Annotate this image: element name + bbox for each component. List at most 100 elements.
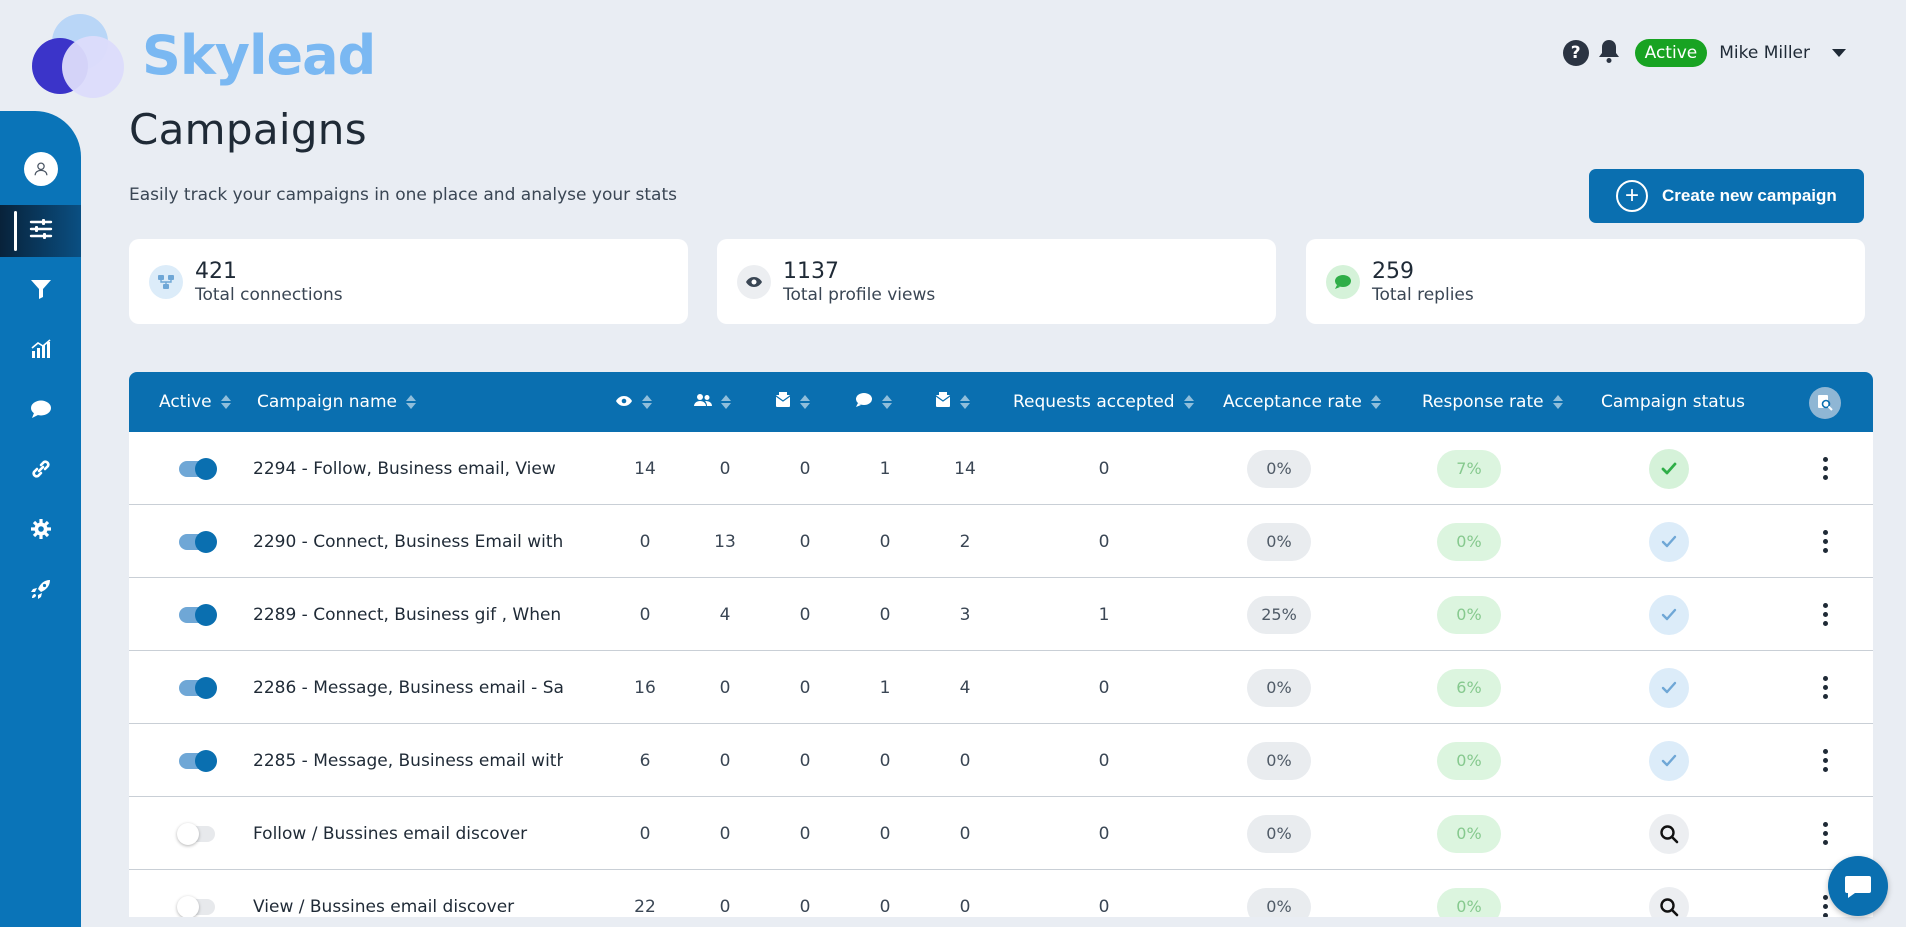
sidebar-item-profile[interactable] — [0, 143, 81, 195]
response-cell: 0% — [1409, 797, 1529, 870]
acceptance-rate-pill: 0% — [1247, 668, 1311, 707]
sidebar-item-statistics[interactable] — [0, 325, 81, 377]
search-filter-icon[interactable] — [1809, 387, 1841, 419]
sort-icon — [1370, 395, 1381, 409]
active-toggle[interactable] — [177, 822, 215, 845]
more-vertical-icon[interactable] — [1822, 457, 1828, 480]
table-row[interactable]: 2289 - Connect, Business gif , When... 0 4… — [129, 578, 1873, 651]
header-active[interactable]: Active — [159, 372, 231, 432]
page-title: Campaigns — [129, 105, 367, 154]
header-views[interactable] — [615, 372, 652, 432]
sort-icon — [721, 395, 731, 409]
acceptance-cell: 0% — [1219, 651, 1339, 724]
sidebar-item-campaigns[interactable] — [0, 205, 81, 257]
metric-c1: 14 — [634, 458, 656, 479]
more-vertical-icon[interactable] — [1822, 749, 1828, 772]
table-row[interactable]: 2285 - Message, Business email with... 6 0… — [129, 724, 1873, 797]
metric-c3: 0 — [799, 604, 811, 625]
sort-icon — [1552, 395, 1563, 409]
table-row[interactable]: 2286 - Message, Business email - Sa... 16… — [129, 651, 1873, 724]
response-rate-pill: 0% — [1437, 887, 1501, 917]
header-requests-accepted[interactable]: Requests accepted — [1013, 372, 1194, 432]
sidebar-item-settings[interactable] — [0, 505, 81, 557]
campaign-name[interactable]: 2286 - Message, Business email - Sa... — [253, 651, 563, 724]
response-cell: 0% — [1409, 870, 1529, 917]
table-row[interactable]: Follow / Bussines email discover 0 0 0 0 0 0 0%… — [129, 797, 1873, 870]
sidebar-item-integrations[interactable] — [0, 445, 81, 497]
live-chat-button[interactable] — [1828, 856, 1888, 916]
header-response-rate[interactable]: Response rate — [1422, 372, 1563, 432]
envelope-icon — [775, 391, 791, 413]
metric-c1: 6 — [639, 750, 651, 771]
bell-icon[interactable] — [1597, 38, 1621, 68]
header-campaign-name[interactable]: Campaign name — [257, 372, 416, 432]
sliders-icon — [29, 218, 53, 244]
campaigns-table: Active Campaign name Requests accepted A… — [129, 372, 1873, 917]
header-acceptance-rate[interactable]: Acceptance rate — [1223, 372, 1381, 432]
active-toggle[interactable] — [177, 895, 215, 917]
more-vertical-icon[interactable] — [1822, 603, 1828, 626]
metric-requests: 0 — [1098, 896, 1110, 917]
brand-logo[interactable]: Skylead — [28, 14, 376, 98]
header-connections[interactable] — [694, 372, 731, 432]
metric-c4: 0 — [879, 823, 891, 844]
campaign-name[interactable]: View / Bussines email discover — [253, 870, 563, 917]
help-icon[interactable]: ? — [1562, 40, 1589, 66]
campaign-name[interactable]: 2289 - Connect, Business gif , When... — [253, 578, 563, 651]
sort-icon — [1183, 395, 1194, 409]
sidebar-item-inbox[interactable] — [0, 385, 81, 437]
user-name[interactable]: Mike Miller — [1719, 43, 1810, 63]
campaign-name[interactable]: 2294 - Follow, Business email, View — [253, 432, 563, 505]
status-completed-icon[interactable] — [1649, 448, 1689, 489]
metric-c4: 1 — [879, 458, 891, 479]
create-campaign-button[interactable]: + Create new campaign — [1589, 169, 1864, 223]
header-emails-found[interactable] — [775, 372, 810, 432]
status-running-icon[interactable] — [1649, 521, 1689, 562]
more-vertical-icon[interactable] — [1822, 676, 1828, 699]
table-row[interactable]: 2294 - Follow, Business email, View 14 0 0 1… — [129, 432, 1873, 505]
more-vertical-icon[interactable] — [1822, 530, 1828, 553]
active-toggle[interactable] — [179, 530, 217, 553]
acceptance-cell: 0% — [1219, 797, 1339, 870]
more-vertical-icon[interactable] — [1822, 895, 1828, 917]
sidebar-item-launch[interactable] — [0, 565, 81, 617]
header-emails-sent[interactable] — [935, 372, 970, 432]
status-running-icon[interactable] — [1649, 667, 1689, 708]
metric-c4: 0 — [879, 750, 891, 771]
stat-value: 421 — [195, 258, 237, 284]
sidebar-item-leads[interactable] — [0, 265, 81, 317]
response-rate-pill: 7% — [1437, 449, 1501, 488]
campaign-name[interactable]: Follow / Bussines email discover — [253, 797, 563, 870]
campaign-name[interactable]: 2290 - Connect, Business Email with... — [253, 505, 563, 578]
acceptance-cell: 25% — [1219, 578, 1339, 651]
metric-c2: 0 — [719, 458, 731, 479]
metric-c1: 22 — [634, 896, 656, 917]
status-running-icon[interactable] — [1649, 594, 1689, 635]
metric-c3: 0 — [799, 896, 811, 917]
link-icon — [29, 457, 53, 485]
response-rate-pill: 0% — [1437, 522, 1501, 561]
active-toggle[interactable] — [179, 676, 217, 699]
stat-card-profile-views: 1137 Total profile views — [717, 239, 1276, 324]
metric-c2: 0 — [719, 823, 731, 844]
status-discover-icon[interactable] — [1649, 813, 1689, 854]
more-vertical-icon[interactable] — [1822, 822, 1828, 845]
chevron-down-icon[interactable] — [1832, 49, 1846, 57]
metric-c5: 0 — [959, 750, 971, 771]
header-replies[interactable] — [855, 372, 892, 432]
metric-requests: 0 — [1098, 458, 1110, 479]
active-toggle[interactable] — [179, 749, 217, 772]
status-discover-icon[interactable] — [1649, 886, 1689, 917]
users-icon — [694, 392, 712, 412]
active-toggle[interactable] — [179, 457, 217, 480]
table-row[interactable]: 2290 - Connect, Business Email with... 0 1… — [129, 505, 1873, 578]
active-toggle[interactable] — [179, 603, 217, 626]
header-label: Requests accepted — [1013, 392, 1175, 412]
campaign-name[interactable]: 2285 - Message, Business email with... — [253, 724, 563, 797]
acceptance-cell: 0% — [1219, 432, 1339, 505]
header-label: Acceptance rate — [1223, 392, 1362, 412]
status-running-icon[interactable] — [1649, 740, 1689, 781]
table-row[interactable]: View / Bussines email discover 22 0 0 0 0 0 0% 0… — [129, 870, 1873, 917]
response-rate-pill: 0% — [1437, 595, 1501, 634]
row-menu-cell — [1815, 578, 1835, 651]
